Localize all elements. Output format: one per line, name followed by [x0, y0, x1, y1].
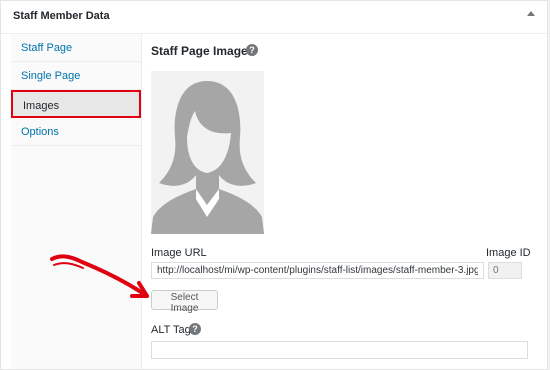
tab-options[interactable]: Options — [11, 118, 141, 146]
help-icon[interactable]: ? — [246, 44, 258, 56]
help-icon[interactable]: ? — [189, 323, 201, 335]
image-url-label: Image URL — [151, 247, 207, 259]
tab-label: Single Page — [21, 70, 81, 82]
panel-header: Staff Member Data — [1, 1, 547, 34]
image-id-field[interactable] — [488, 262, 522, 279]
staff-member-data-panel: Staff Member Data Staff Page Single Page… — [0, 0, 548, 370]
tab-label: Staff Page — [21, 42, 73, 54]
tab-label: Images — [23, 100, 60, 112]
woman-silhouette-icon — [151, 71, 264, 234]
collapse-toggle-icon[interactable] — [527, 11, 535, 16]
tab-list: Staff Page Single Page Images Options — [11, 34, 142, 369]
images-tab-content: Staff Page Image ? Image URL Image ID Se… — [151, 34, 541, 369]
alt-tag-label: ALT Tag — [151, 324, 191, 336]
image-id-label: Image ID — [486, 247, 531, 259]
staff-image-preview — [151, 71, 264, 234]
tab-single-page[interactable]: Single Page — [11, 62, 141, 90]
tab-images[interactable]: Images — [11, 90, 141, 118]
panel-title: Staff Member Data — [13, 10, 110, 22]
tab-staff-page[interactable]: Staff Page — [11, 34, 141, 62]
select-image-button[interactable]: Select Image — [151, 290, 218, 314]
section-title: Staff Page Image — [151, 44, 248, 58]
tab-label: Options — [21, 126, 59, 138]
image-url-field[interactable] — [151, 262, 484, 279]
alt-tag-field[interactable] — [151, 341, 528, 359]
